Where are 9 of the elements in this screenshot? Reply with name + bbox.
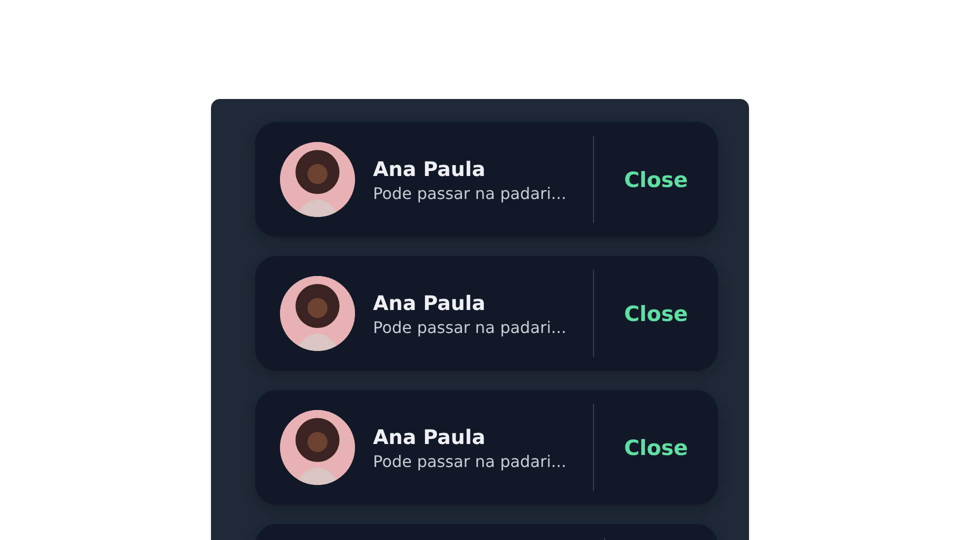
- sender-name: Ana Paula: [373, 424, 486, 448]
- sender-name: Ana Paula: [373, 156, 486, 180]
- close-button[interactable]: Close: [594, 122, 718, 237]
- message-preview: Pode passar na padari...: [373, 318, 568, 336]
- close-button[interactable]: Close: [594, 390, 718, 505]
- sender-name: Ana Paula: [373, 290, 486, 314]
- message-preview: Pode passar na padari...: [373, 184, 568, 202]
- message-preview: Pode passar na padari...: [373, 452, 568, 470]
- close-button[interactable]: Close: [594, 256, 718, 371]
